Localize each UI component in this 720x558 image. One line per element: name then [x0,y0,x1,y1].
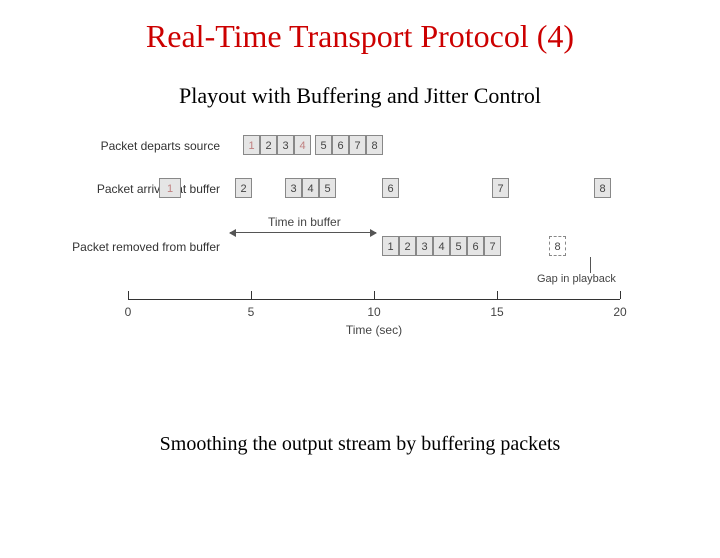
gap-pointer [590,257,591,273]
page-subtitle: Playout with Buffering and Jitter Contro… [0,83,720,109]
tick-label: 10 [367,305,380,319]
gap-label: Gap in playback [537,273,616,285]
pkt: 4 [433,236,450,256]
pkt: 8 [366,135,383,155]
pkt: 5 [450,236,467,256]
timing-diagram: Packet departs source 1 2 3 4 5 6 7 8 Pa… [40,133,680,363]
page-title: Real-Time Transport Protocol (4) [0,18,720,55]
time-in-buffer-arrow [230,232,376,233]
pkt: 1 [159,178,181,198]
pkt: 2 [399,236,416,256]
pkt: 6 [332,135,349,155]
pkt: 3 [277,135,294,155]
pkt: 2 [260,135,277,155]
pkt: 5 [315,135,332,155]
tick [374,291,375,299]
pkt: 6 [382,178,399,198]
row-label-depart: Packet departs source [50,139,220,153]
pkt: 1 [382,236,399,256]
pkt: 4 [302,178,319,198]
pkt: 6 [467,236,484,256]
caption: Smoothing the output stream by buffering… [0,433,720,456]
tick [497,291,498,299]
pkt: 7 [484,236,501,256]
row-label-remove: Packet removed from buffer [50,240,220,254]
pkt-dashed: 8 [549,236,566,256]
pkt: 3 [416,236,433,256]
pkt: 7 [349,135,366,155]
tick-label: 20 [613,305,626,319]
tick-label: 0 [125,305,132,319]
tick-label: 5 [248,305,255,319]
tick [620,291,621,299]
tick-label: 15 [490,305,503,319]
pkt: 8 [594,178,611,198]
tick [128,291,129,299]
row-label-arrive: Packet arrives at buffer [50,182,220,196]
pkt: 2 [235,178,252,198]
pkt: 5 [319,178,336,198]
pkt: 3 [285,178,302,198]
time-in-buffer-label: Time in buffer [268,215,341,229]
pkt: 1 [243,135,260,155]
pkt: 7 [492,178,509,198]
x-axis [128,299,620,300]
x-axis-label: Time (sec) [346,323,402,337]
tick [251,291,252,299]
pkt: 4 [294,135,311,155]
